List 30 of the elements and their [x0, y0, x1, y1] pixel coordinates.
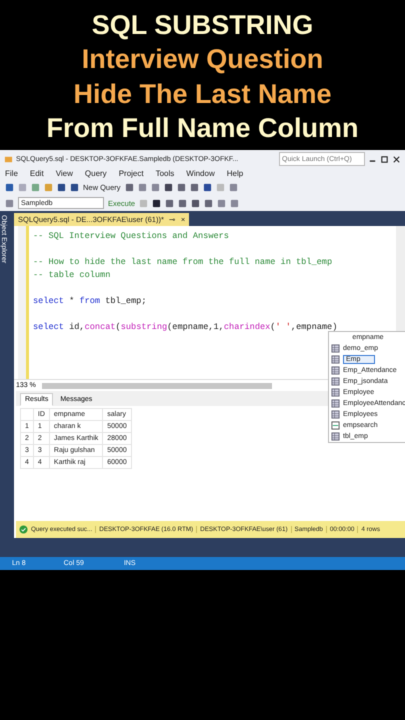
menu-item[interactable]: Edit	[30, 169, 44, 178]
headline-text: SQL SUBSTRING	[92, 8, 314, 42]
success-check-icon	[19, 525, 28, 534]
menu-item[interactable]: Tools	[156, 169, 174, 178]
table-icon	[331, 399, 340, 408]
table-icon	[331, 355, 340, 364]
code-line: select * from tbl_emp;	[33, 295, 148, 308]
menu-item[interactable]: File	[5, 169, 18, 178]
table-icon	[331, 410, 340, 419]
maximize-icon[interactable]	[380, 154, 389, 164]
table-icon	[331, 432, 340, 441]
table-icon	[331, 377, 340, 386]
table-icon	[331, 388, 340, 397]
code-line: -- SQL Interview Questions and Answers	[33, 230, 230, 243]
menu-item[interactable]: Query	[84, 169, 107, 178]
headline-text: Interview Question	[82, 43, 324, 76]
table-icon	[331, 344, 340, 353]
code-line: -- How to hide the last name from the full name in tbl_emp	[33, 256, 334, 269]
menu-item[interactable]: Window	[186, 169, 215, 178]
headline-text: Hide The Last Name	[73, 78, 332, 111]
close-icon[interactable]	[392, 154, 401, 164]
horizontal-scrollbar[interactable]	[42, 382, 272, 388]
code-line: -- table column	[33, 269, 112, 282]
menu-item[interactable]: Project	[118, 169, 144, 178]
view-icon	[331, 421, 340, 430]
menu-item[interactable]: Help	[226, 169, 244, 178]
headline-text: From Full Name Column	[46, 112, 359, 146]
menu-item[interactable]: View	[56, 169, 73, 178]
code-line: select id,concat(substring(empname,1,charindex(' ',empname)	[33, 321, 338, 334]
table-icon	[331, 366, 340, 375]
